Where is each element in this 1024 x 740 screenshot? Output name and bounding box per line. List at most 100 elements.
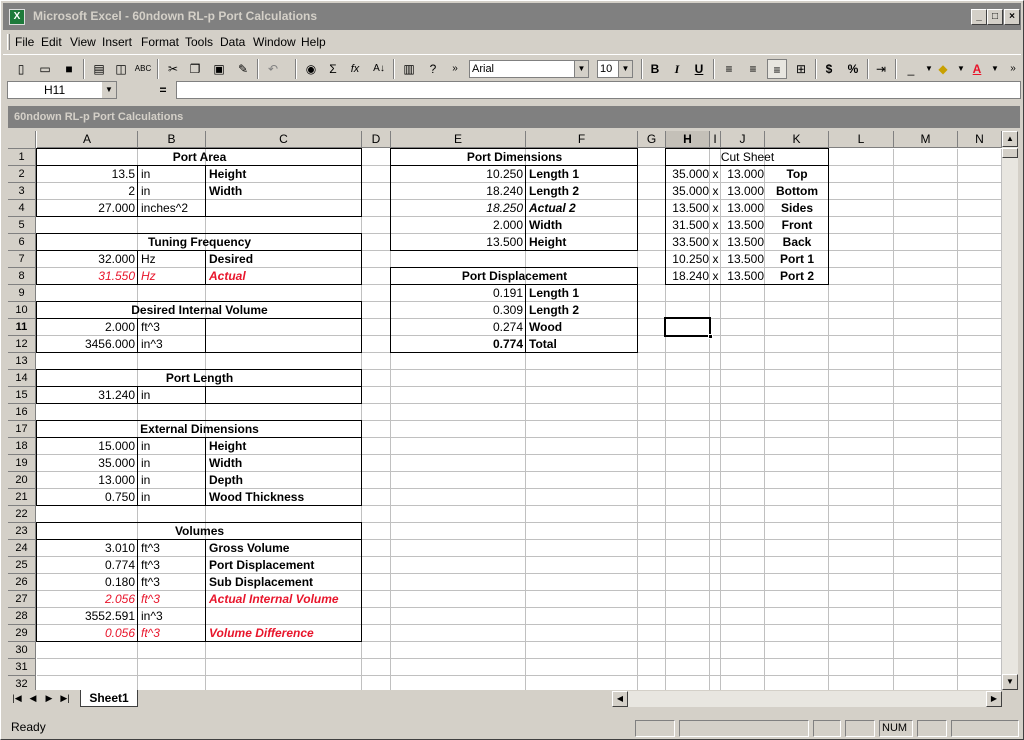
cell-b12[interactable]: in^3: [138, 336, 206, 353]
cell-f2[interactable]: Length 1: [526, 166, 638, 183]
cell-f9[interactable]: Length 1: [526, 285, 638, 302]
cell-a21[interactable]: 0.750: [37, 489, 138, 506]
format-painter-icon[interactable]: ✎: [233, 59, 253, 79]
menu-help[interactable]: Help: [301, 35, 326, 49]
cell-e6[interactable]: 13.500: [391, 234, 526, 251]
cell-j7[interactable]: 13.500: [721, 251, 765, 268]
cell-b28[interactable]: in^3: [138, 608, 206, 625]
chevron-down-icon[interactable]: ▼: [574, 61, 588, 77]
excel-app-icon[interactable]: X: [9, 9, 25, 25]
hyperlink-icon[interactable]: ◉: [301, 59, 321, 79]
cell-j4[interactable]: 13.000: [721, 200, 765, 217]
scroll-right-button[interactable]: ▶: [986, 691, 1002, 707]
align-right-icon[interactable]: ≡: [767, 59, 787, 79]
cell-e10[interactable]: 0.309: [391, 302, 526, 319]
cell-c15[interactable]: [206, 387, 362, 404]
cell-a2[interactable]: 13.5: [37, 166, 138, 183]
menu-insert[interactable]: Insert: [102, 35, 132, 49]
row-header-17[interactable]: 17: [8, 421, 36, 438]
cell-e1[interactable]: Port Dimensions: [391, 149, 638, 166]
cell-f11[interactable]: Wood: [526, 319, 638, 336]
cell-h5[interactable]: 31.500: [666, 217, 710, 234]
cell-i3[interactable]: x: [710, 183, 721, 200]
new-icon[interactable]: ▯: [11, 59, 31, 79]
toolbar-overflow-icon[interactable]: »: [1003, 59, 1023, 79]
cell-e2[interactable]: 10.250: [391, 166, 526, 183]
menu-data[interactable]: Data: [220, 35, 245, 49]
menu-tools[interactable]: Tools: [185, 35, 213, 49]
cell-k3[interactable]: Bottom: [765, 183, 829, 200]
row-header-21[interactable]: 21: [8, 489, 36, 506]
cell-i4[interactable]: x: [710, 200, 721, 217]
last-sheet-icon[interactable]: ▶|: [58, 691, 72, 706]
row-header-26[interactable]: 26: [8, 574, 36, 591]
italic-button[interactable]: I: [667, 59, 687, 79]
font-size-combo[interactable]: 10 ▼: [597, 60, 633, 78]
column-header-d[interactable]: D: [362, 131, 391, 148]
cell-c3[interactable]: Width: [206, 183, 362, 200]
scroll-down-button[interactable]: ▼: [1002, 674, 1018, 690]
cell-h4[interactable]: 13.500: [666, 200, 710, 217]
cell-b15[interactable]: in: [138, 387, 206, 404]
row-header-10[interactable]: 10: [8, 302, 36, 319]
cell-a7[interactable]: 32.000: [37, 251, 138, 268]
row-header-14[interactable]: 14: [8, 370, 36, 387]
print-preview-icon[interactable]: ◫: [111, 59, 131, 79]
cell-c26[interactable]: Sub Displacement: [206, 574, 362, 591]
row-header-12[interactable]: 12: [8, 336, 36, 353]
cell-a8[interactable]: 31.550: [37, 268, 138, 285]
cell-a6[interactable]: Tuning Frequency: [37, 234, 362, 251]
cell-c28[interactable]: [206, 608, 362, 625]
cell-h1[interactable]: Cut Sheet: [666, 149, 829, 166]
cell-a19[interactable]: 35.000: [37, 455, 138, 472]
cell-j3[interactable]: 13.000: [721, 183, 765, 200]
formula-equals[interactable]: =: [153, 82, 173, 98]
row-header-22[interactable]: 22: [8, 506, 36, 523]
row-header-23[interactable]: 23: [8, 523, 36, 540]
cell-i5[interactable]: x: [710, 217, 721, 234]
cell-i6[interactable]: x: [710, 234, 721, 251]
cell-b2[interactable]: in: [138, 166, 206, 183]
bold-button[interactable]: B: [645, 59, 665, 79]
cell-b21[interactable]: in: [138, 489, 206, 506]
spelling-icon[interactable]: ABC: [133, 59, 153, 79]
cell-a29[interactable]: 0.056: [37, 625, 138, 642]
cell-c25[interactable]: Port Displacement: [206, 557, 362, 574]
currency-button[interactable]: $: [819, 59, 839, 79]
cell-k5[interactable]: Front: [765, 217, 829, 234]
cell-c11[interactable]: [206, 319, 362, 336]
cell-j2[interactable]: 13.000: [721, 166, 765, 183]
copy-icon[interactable]: ❐: [185, 59, 205, 79]
cell-b27[interactable]: ft^3: [138, 591, 206, 608]
cell-a17[interactable]: External Dimensions: [37, 421, 362, 438]
menu-window[interactable]: Window: [253, 35, 296, 49]
cell-b24[interactable]: ft^3: [138, 540, 206, 557]
cell-c8[interactable]: Actual: [206, 268, 362, 285]
chevron-down-icon[interactable]: ▼: [985, 59, 1005, 79]
percent-button[interactable]: %: [843, 59, 863, 79]
menu-edit[interactable]: Edit: [41, 35, 62, 49]
cell-b7[interactable]: Hz: [138, 251, 206, 268]
align-center-icon[interactable]: ≡: [743, 59, 763, 79]
cell-c12[interactable]: [206, 336, 362, 353]
column-header-c[interactable]: C: [206, 131, 362, 148]
menu-view[interactable]: View: [70, 35, 96, 49]
cell-b19[interactable]: in: [138, 455, 206, 472]
row-header-25[interactable]: 25: [8, 557, 36, 574]
cell-c4[interactable]: [206, 200, 362, 217]
cell-f12[interactable]: Total: [526, 336, 638, 353]
cell-f10[interactable]: Length 2: [526, 302, 638, 319]
row-header-20[interactable]: 20: [8, 472, 36, 489]
cell-k6[interactable]: Back: [765, 234, 829, 251]
cell-a26[interactable]: 0.180: [37, 574, 138, 591]
cell-a24[interactable]: 3.010: [37, 540, 138, 557]
column-header-h[interactable]: H: [666, 131, 710, 148]
cell-e11[interactable]: 0.274: [391, 319, 526, 336]
cell-c2[interactable]: Height: [206, 166, 362, 183]
cell-e3[interactable]: 18.240: [391, 183, 526, 200]
cell-a11[interactable]: 2.000: [37, 319, 138, 336]
cell-j8[interactable]: 13.500: [721, 268, 765, 285]
scroll-thumb[interactable]: [1002, 148, 1018, 158]
toolbar-overflow-icon[interactable]: »: [445, 59, 465, 79]
cell-a12[interactable]: 3456.000: [37, 336, 138, 353]
